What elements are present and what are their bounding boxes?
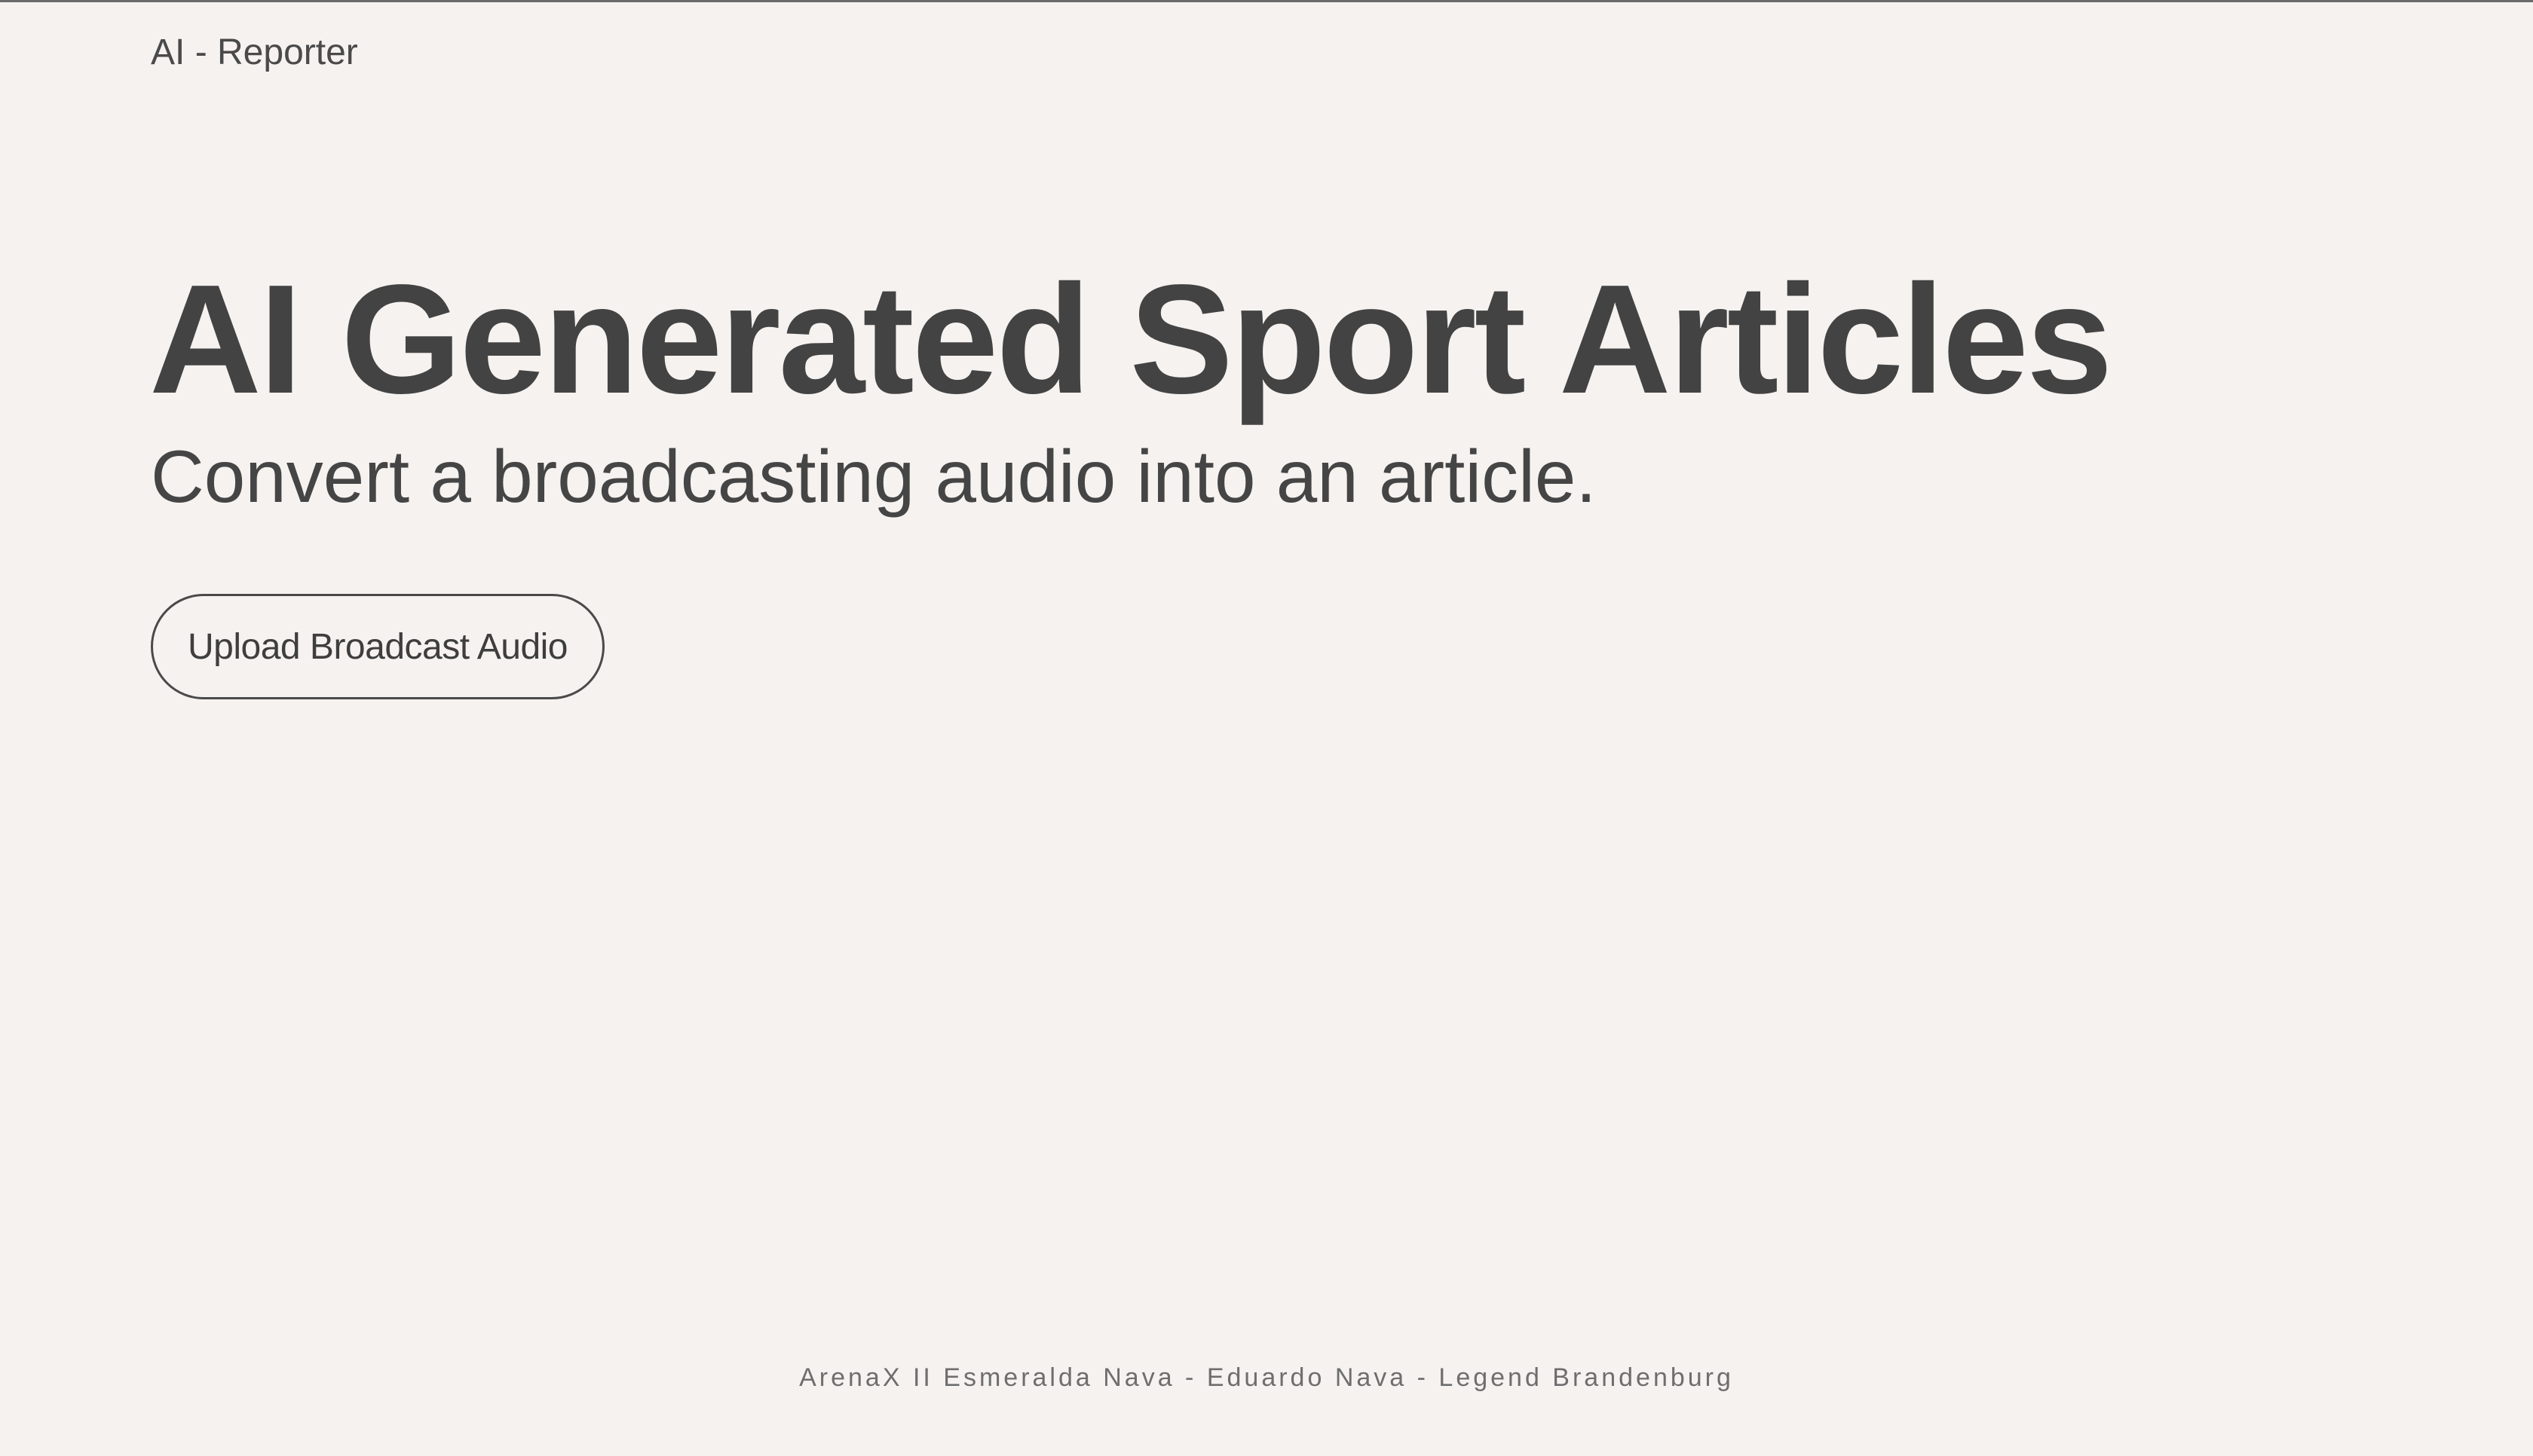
page-subtitle: Convert a broadcasting audio into an art… (151, 435, 1597, 518)
brand-logo-text[interactable]: AI - Reporter (151, 30, 358, 75)
page-title: AI Generated Sport Articles (149, 252, 2113, 426)
upload-broadcast-audio-button[interactable]: Upload Broadcast Audio (151, 594, 605, 699)
footer-credits: ArenaX II Esmeralda Nava - Eduardo Nava … (799, 1363, 1734, 1392)
top-border (0, 0, 2533, 2)
